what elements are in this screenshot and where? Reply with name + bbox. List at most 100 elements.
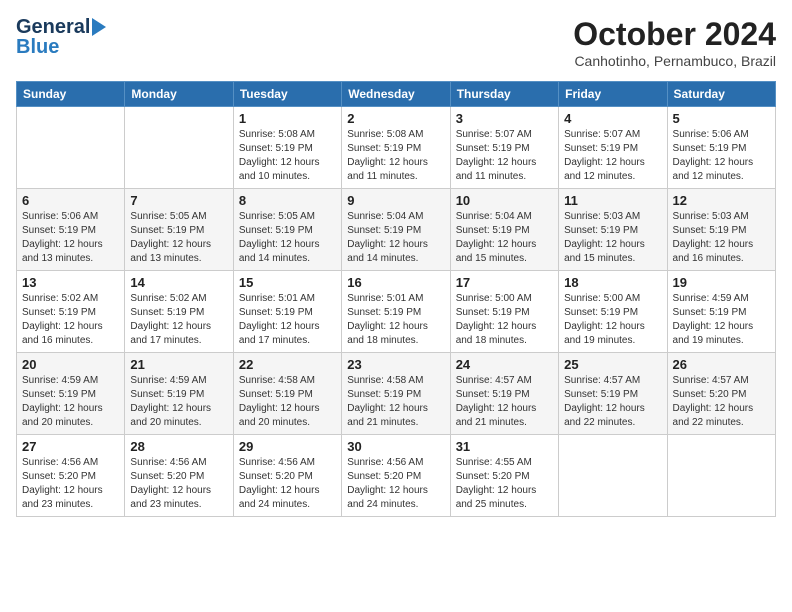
calendar-cell: 16 Sunrise: 5:01 AM Sunset: 5:19 PM Dayli… — [342, 271, 450, 353]
weekday-header-thursday: Thursday — [450, 82, 558, 107]
day-number: 24 — [456, 357, 553, 372]
day-info: Sunrise: 4:57 AM Sunset: 5:20 PM Dayligh… — [673, 374, 770, 430]
calendar-cell: 9Sunrise: 5:04 AM Sunset: 5:19 PM Daylig… — [342, 189, 450, 271]
day-info: Sunrise: 5:01 AM Sunset: 5:19 PM Dayligh… — [347, 292, 444, 348]
day-number: 3 — [456, 111, 553, 126]
calendar-week-4: 20Sunrise: 4:59 AM Sunset: 5:19 PM Dayli… — [17, 353, 776, 435]
calendar-cell: 4 Sunrise: 5:07 AM Sunset: 5:19 PM Daylig… — [559, 107, 667, 189]
day-info: Sunrise: 5:06 AM Sunset: 5:19 PM Dayligh… — [22, 210, 119, 266]
calendar-cell: 6 Sunrise: 5:06 AM Sunset: 5:19 PM Daylig… — [17, 189, 125, 271]
calendar-cell: 25 Sunrise: 4:57 AM Sunset: 5:19 PM Dayli… — [559, 353, 667, 435]
calendar-cell: 29Sunrise: 4:56 AM Sunset: 5:20 PM Dayli… — [233, 435, 341, 517]
calendar-cell: 7Sunrise: 5:05 AM Sunset: 5:19 PM Daylig… — [125, 189, 233, 271]
day-info: Sunrise: 5:04 AM Sunset: 5:19 PM Dayligh… — [347, 210, 444, 266]
day-number: 12 — [673, 193, 770, 208]
day-number: 16 — [347, 275, 444, 290]
day-number: 8 — [239, 193, 336, 208]
day-number: 28 — [130, 439, 227, 454]
day-info: Sunrise: 5:02 AM Sunset: 5:19 PM Dayligh… — [22, 292, 119, 348]
day-number: 27 — [22, 439, 119, 454]
day-number: 6 — [22, 193, 119, 208]
calendar-cell: 12Sunrise: 5:03 AM Sunset: 5:19 PM Dayli… — [667, 189, 775, 271]
page-header: General Blue October 2024 Canhotinho, Pe… — [16, 16, 776, 69]
day-info: Sunrise: 5:08 AM Sunset: 5:19 PM Dayligh… — [347, 128, 444, 184]
calendar-week-1: 1 Sunrise: 5:08 AM Sunset: 5:19 PM Daylig… — [17, 107, 776, 189]
day-info: Sunrise: 4:57 AM Sunset: 5:19 PM Dayligh… — [564, 374, 661, 430]
day-number: 30 — [347, 439, 444, 454]
day-number: 21 — [130, 357, 227, 372]
calendar-cell: 10 Sunrise: 5:04 AM Sunset: 5:19 PM Dayli… — [450, 189, 558, 271]
calendar-cell: 18Sunrise: 5:00 AM Sunset: 5:19 PM Dayli… — [559, 271, 667, 353]
weekday-header-friday: Friday — [559, 82, 667, 107]
calendar-cell: 5Sunrise: 5:06 AM Sunset: 5:19 PM Daylig… — [667, 107, 775, 189]
day-number: 29 — [239, 439, 336, 454]
calendar-cell: 14Sunrise: 5:02 AM Sunset: 5:19 PM Dayli… — [125, 271, 233, 353]
day-info: Sunrise: 5:02 AM Sunset: 5:19 PM Dayligh… — [130, 292, 227, 348]
day-info: Sunrise: 4:56 AM Sunset: 5:20 PM Dayligh… — [347, 456, 444, 512]
location: Canhotinho, Pernambuco, Brazil — [573, 53, 776, 69]
title-block: October 2024 Canhotinho, Pernambuco, Bra… — [573, 16, 776, 69]
day-info: Sunrise: 4:55 AM Sunset: 5:20 PM Dayligh… — [456, 456, 553, 512]
day-number: 10 — [456, 193, 553, 208]
calendar-cell — [559, 435, 667, 517]
logo-arrow-icon — [92, 18, 106, 36]
calendar-cell: 13 Sunrise: 5:02 AM Sunset: 5:19 PM Dayli… — [17, 271, 125, 353]
calendar-cell: 27 Sunrise: 4:56 AM Sunset: 5:20 PM Dayli… — [17, 435, 125, 517]
day-number: 31 — [456, 439, 553, 454]
calendar-cell: 26Sunrise: 4:57 AM Sunset: 5:20 PM Dayli… — [667, 353, 775, 435]
day-info: Sunrise: 5:04 AM Sunset: 5:19 PM Dayligh… — [456, 210, 553, 266]
weekday-header-sunday: Sunday — [17, 82, 125, 107]
day-info: Sunrise: 4:56 AM Sunset: 5:20 PM Dayligh… — [130, 456, 227, 512]
day-info: Sunrise: 5:08 AM Sunset: 5:19 PM Dayligh… — [239, 128, 336, 184]
day-info: Sunrise: 5:07 AM Sunset: 5:19 PM Dayligh… — [564, 128, 661, 184]
day-info: Sunrise: 5:00 AM Sunset: 5:19 PM Dayligh… — [456, 292, 553, 348]
day-info: Sunrise: 5:05 AM Sunset: 5:19 PM Dayligh… — [239, 210, 336, 266]
calendar-week-3: 13 Sunrise: 5:02 AM Sunset: 5:19 PM Dayli… — [17, 271, 776, 353]
calendar-cell: 3 Sunrise: 5:07 AM Sunset: 5:19 PM Daylig… — [450, 107, 558, 189]
day-info: Sunrise: 5:07 AM Sunset: 5:19 PM Dayligh… — [456, 128, 553, 184]
day-number: 4 — [564, 111, 661, 126]
weekday-header-wednesday: Wednesday — [342, 82, 450, 107]
calendar-cell: 19 Sunrise: 4:59 AM Sunset: 5:19 PM Dayli… — [667, 271, 775, 353]
day-info: Sunrise: 4:59 AM Sunset: 5:19 PM Dayligh… — [673, 292, 770, 348]
day-info: Sunrise: 4:56 AM Sunset: 5:20 PM Dayligh… — [22, 456, 119, 512]
calendar-header-row: SundayMondayTuesdayWednesdayThursdayFrid… — [17, 82, 776, 107]
logo: General Blue — [16, 16, 106, 58]
day-number: 5 — [673, 111, 770, 126]
calendar-cell: 15 Sunrise: 5:01 AM Sunset: 5:19 PM Dayli… — [233, 271, 341, 353]
day-info: Sunrise: 4:59 AM Sunset: 5:19 PM Dayligh… — [130, 374, 227, 430]
day-number: 19 — [673, 275, 770, 290]
calendar-cell — [667, 435, 775, 517]
calendar-cell: 1 Sunrise: 5:08 AM Sunset: 5:19 PM Daylig… — [233, 107, 341, 189]
calendar-cell — [125, 107, 233, 189]
day-number: 15 — [239, 275, 336, 290]
day-info: Sunrise: 4:57 AM Sunset: 5:19 PM Dayligh… — [456, 374, 553, 430]
calendar-week-5: 27 Sunrise: 4:56 AM Sunset: 5:20 PM Dayli… — [17, 435, 776, 517]
logo-general: General — [16, 16, 90, 38]
day-number: 23 — [347, 357, 444, 372]
calendar-cell: 24 Sunrise: 4:57 AM Sunset: 5:19 PM Dayli… — [450, 353, 558, 435]
calendar-cell: 8 Sunrise: 5:05 AM Sunset: 5:19 PM Daylig… — [233, 189, 341, 271]
calendar-cell: 22 Sunrise: 4:58 AM Sunset: 5:19 PM Dayli… — [233, 353, 341, 435]
day-info: Sunrise: 4:59 AM Sunset: 5:19 PM Dayligh… — [22, 374, 119, 430]
calendar-cell: 17 Sunrise: 5:00 AM Sunset: 5:19 PM Dayli… — [450, 271, 558, 353]
calendar-cell: 30 Sunrise: 4:56 AM Sunset: 5:20 PM Dayli… — [342, 435, 450, 517]
day-number: 11 — [564, 193, 661, 208]
day-number: 22 — [239, 357, 336, 372]
calendar-cell: 21 Sunrise: 4:59 AM Sunset: 5:19 PM Dayli… — [125, 353, 233, 435]
day-info: Sunrise: 5:00 AM Sunset: 5:19 PM Dayligh… — [564, 292, 661, 348]
calendar-cell: 11 Sunrise: 5:03 AM Sunset: 5:19 PM Dayli… — [559, 189, 667, 271]
calendar-cell: 20Sunrise: 4:59 AM Sunset: 5:19 PM Dayli… — [17, 353, 125, 435]
calendar-cell — [17, 107, 125, 189]
day-number: 25 — [564, 357, 661, 372]
day-number: 17 — [456, 275, 553, 290]
month-title: October 2024 — [573, 16, 776, 53]
day-info: Sunrise: 4:58 AM Sunset: 5:19 PM Dayligh… — [239, 374, 336, 430]
day-info: Sunrise: 5:01 AM Sunset: 5:19 PM Dayligh… — [239, 292, 336, 348]
day-info: Sunrise: 5:03 AM Sunset: 5:19 PM Dayligh… — [564, 210, 661, 266]
day-number: 1 — [239, 111, 336, 126]
day-info: Sunrise: 4:58 AM Sunset: 5:19 PM Dayligh… — [347, 374, 444, 430]
day-number: 13 — [22, 275, 119, 290]
calendar-cell: 31 Sunrise: 4:55 AM Sunset: 5:20 PM Dayli… — [450, 435, 558, 517]
logo-blue: Blue — [16, 36, 106, 58]
